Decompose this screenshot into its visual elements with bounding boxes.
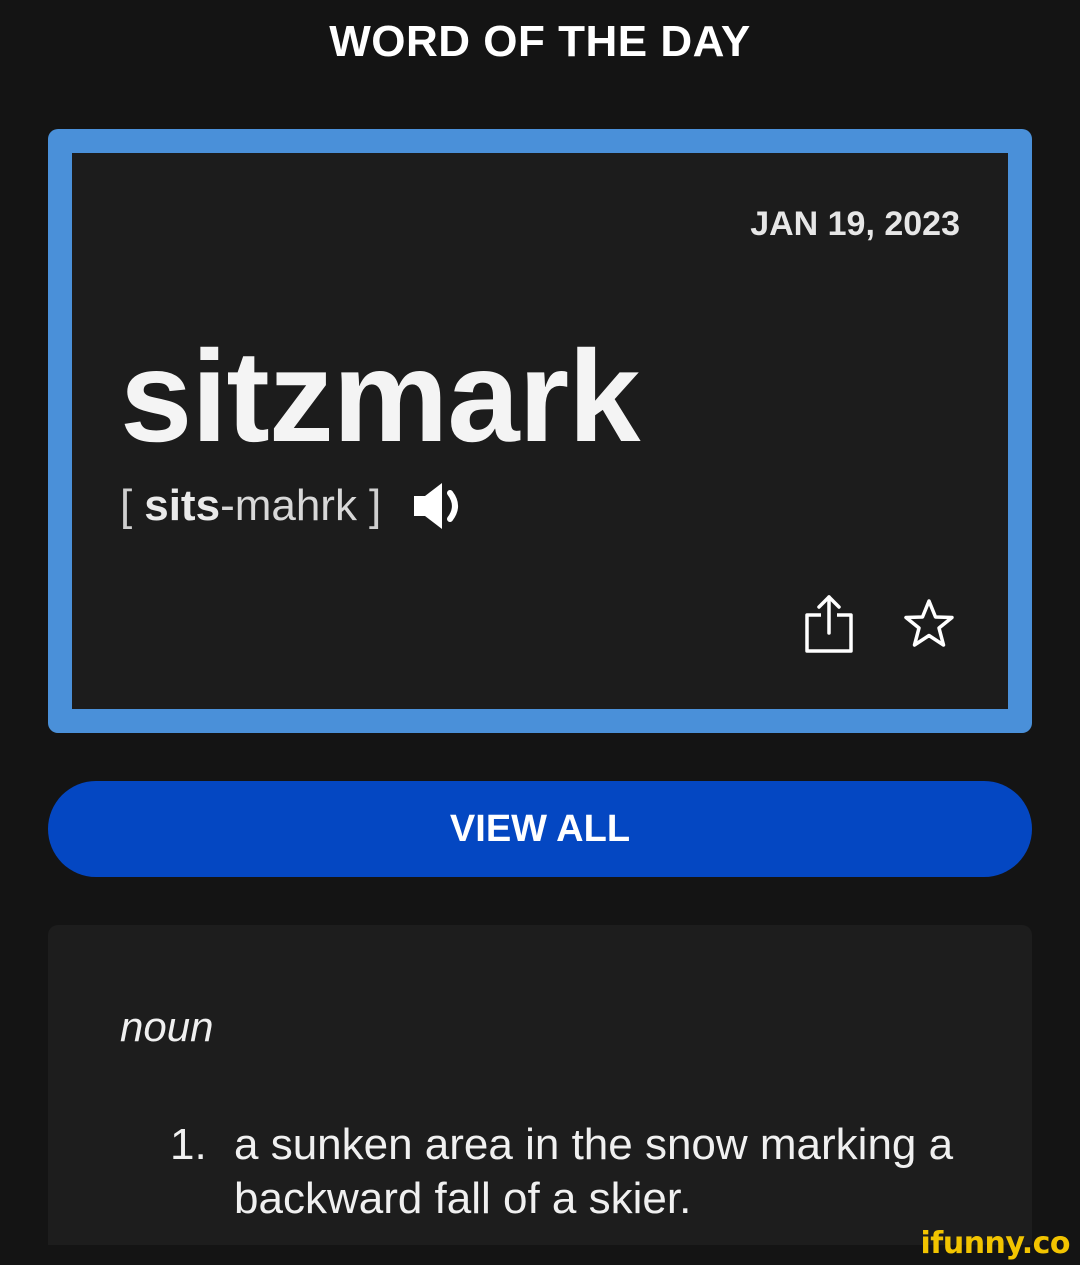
view-all-button[interactable]: VIEW ALL bbox=[48, 781, 1032, 877]
definition-number: 1. bbox=[170, 1120, 207, 1169]
play-pronunciation-button[interactable] bbox=[411, 478, 473, 534]
favorite-button[interactable] bbox=[902, 593, 956, 655]
date-label: JAN 19, 2023 bbox=[750, 205, 960, 243]
pronunciation: [ sits -mahrk ] bbox=[120, 478, 473, 534]
star-icon bbox=[904, 599, 954, 647]
pronunciation-close-bracket: ] bbox=[368, 481, 382, 530]
card-body: JAN 19, 2023 sitzmark [ sits -mahrk ] bbox=[72, 153, 1008, 709]
page-title: WORD OF THE DAY bbox=[329, 17, 751, 66]
part-of-speech: noun bbox=[120, 1003, 214, 1050]
definition-text: a sunken area in the snow marking a back… bbox=[234, 1120, 954, 1223]
card-actions bbox=[802, 593, 956, 655]
pronunciation-open-bracket: [ bbox=[120, 481, 133, 530]
share-button[interactable] bbox=[802, 593, 856, 655]
word-of-the-day-screen: WORD OF THE DAY JAN 19, 2023 sitzmark [ … bbox=[0, 0, 1080, 1265]
word-of-the-day-card: JAN 19, 2023 sitzmark [ sits -mahrk ] bbox=[48, 129, 1032, 733]
pronunciation-rest: -mahrk bbox=[220, 481, 357, 530]
share-icon bbox=[805, 595, 853, 653]
definition-item: 1. a sunken area in the snow marking a b… bbox=[170, 1118, 994, 1226]
speaker-icon bbox=[414, 483, 459, 529]
featured-word: sitzmark bbox=[120, 323, 640, 469]
ifunny-watermark: ifunny.co bbox=[920, 1226, 1071, 1261]
definition-card: noun 1. a sunken area in the snow markin… bbox=[48, 925, 1032, 1245]
pronunciation-stressed-syllable: sits bbox=[144, 481, 221, 530]
